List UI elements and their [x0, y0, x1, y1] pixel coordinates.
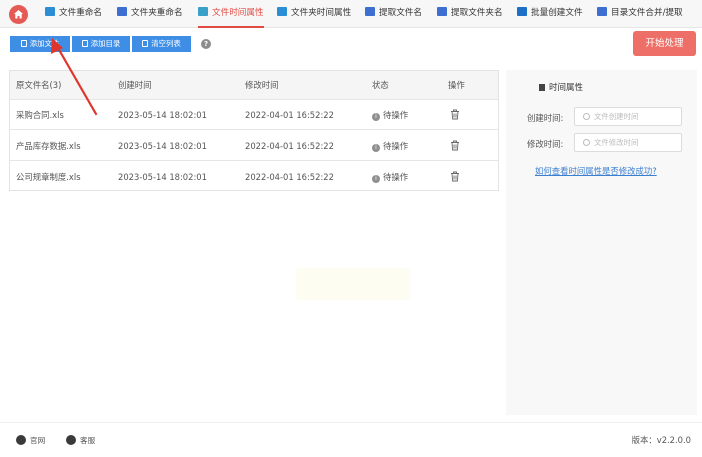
tab-batch-create[interactable]: 批量创建文件	[517, 0, 583, 28]
cell-modified-time: 2022-04-01 16:52:22	[245, 141, 334, 151]
app-window: 文件重命名 文件夹重命名 文件时间属性 文件夹时间属性 提取文件名 提取文件夹名…	[0, 0, 702, 457]
trash-icon[interactable]	[450, 109, 460, 120]
add-file-button[interactable]: 添加文件	[10, 36, 70, 52]
clock-icon	[583, 113, 590, 120]
status-text: 待操作	[383, 141, 409, 151]
status-text: 待操作	[383, 110, 409, 120]
merge-icon	[597, 7, 607, 16]
modified-time-input[interactable]: 文件修改时间	[574, 133, 682, 152]
modified-time-placeholder: 文件修改时间	[594, 138, 639, 147]
version-text: 版本：v2.2.0.0	[631, 435, 691, 445]
batch-create-icon	[517, 7, 527, 16]
file-time-icon	[198, 7, 208, 16]
tab-merge-extract[interactable]: 目录文件合并/提取	[597, 0, 683, 28]
cell-filename: 公司规章制度.xls	[16, 172, 81, 182]
cell-created-time: 2023-05-14 18:02:01	[118, 172, 207, 182]
cell-modified-time: 2022-04-01 16:52:22	[245, 110, 334, 120]
info-icon: i	[372, 113, 380, 121]
check-time-help-link[interactable]: 如何查看时间属性是否修改成功?	[535, 165, 657, 177]
website-label: 官网	[30, 436, 46, 445]
column-header-filename[interactable]: 原文件名(3)	[16, 71, 61, 100]
info-icon: i	[372, 144, 380, 152]
table-row[interactable]: 公司规章制度.xls 2023-05-14 18:02:01 2022-04-0…	[10, 162, 498, 192]
tab-label: 批量创建文件	[531, 8, 583, 18]
home-icon	[14, 10, 23, 19]
modified-time-label: 修改时间:	[527, 139, 564, 149]
created-time-label: 创建时间:	[527, 113, 564, 123]
tab-folder-rename[interactable]: 文件夹重命名	[117, 0, 183, 28]
panel-title-text: 时间属性	[549, 83, 584, 93]
trash-icon[interactable]	[450, 140, 460, 151]
folder-rename-icon	[117, 7, 127, 16]
footer-bar: 官网 客服 版本：v2.2.0.0	[0, 422, 702, 457]
column-header-created[interactable]: 创建时间	[118, 71, 152, 100]
tab-label: 目录文件合并/提取	[611, 8, 683, 18]
tab-label: 文件夹时间属性	[291, 8, 352, 18]
status-text: 待操作	[383, 172, 409, 182]
table-header: 原文件名(3) 创建时间 修改时间 状态 操作	[10, 71, 498, 100]
clock-icon	[583, 139, 590, 146]
column-header-modified[interactable]: 修改时间	[245, 71, 279, 100]
flag-icon	[539, 84, 545, 91]
created-time-input[interactable]: 文件创建时间	[574, 107, 682, 126]
clear-list-button[interactable]: 清空列表	[132, 36, 191, 52]
cell-created-time: 2023-05-14 18:02:01	[118, 110, 207, 120]
column-header-status[interactable]: 状态	[372, 71, 389, 100]
cell-filename: 采购合同.xls	[16, 110, 64, 120]
tab-extract-filename[interactable]: 提取文件名	[365, 0, 422, 28]
website-link[interactable]: 官网	[16, 435, 45, 446]
extract-folder-icon	[437, 7, 447, 16]
file-list-table: 原文件名(3) 创建时间 修改时间 状态 操作 采购合同.xls 2023-05…	[9, 70, 499, 191]
support-label: 客服	[80, 436, 96, 445]
tab-label: 文件时间属性	[212, 8, 264, 18]
home-button[interactable]	[9, 5, 28, 24]
add-file-label: 添加文件	[29, 39, 60, 48]
extract-name-icon	[365, 7, 375, 16]
cell-status: i 待操作	[372, 131, 408, 161]
support-link[interactable]: 客服	[66, 435, 95, 446]
clear-icon	[142, 40, 149, 47]
table-row[interactable]: 采购合同.xls 2023-05-14 18:02:01 2022-04-01 …	[10, 100, 498, 130]
tab-label: 文件夹重命名	[131, 8, 183, 18]
tab-label: 文件重命名	[59, 8, 102, 18]
add-folder-label: 添加目录	[90, 39, 121, 48]
start-processing-button[interactable]: 开始处理	[633, 31, 696, 56]
created-time-placeholder: 文件创建时间	[594, 112, 639, 121]
cell-filename: 产品库存数据.xls	[16, 141, 81, 151]
table-row[interactable]: 产品库存数据.xls 2023-05-14 18:02:01 2022-04-0…	[10, 131, 498, 161]
cell-modified-time: 2022-04-01 16:52:22	[245, 172, 334, 182]
panel-title: 时间属性	[539, 81, 583, 93]
info-icon: i	[372, 175, 380, 183]
folder-time-icon	[277, 7, 287, 16]
tab-label: 提取文件夹名	[451, 8, 503, 18]
cell-created-time: 2023-05-14 18:02:01	[118, 141, 207, 151]
cell-status: i 待操作	[372, 100, 408, 130]
help-icon[interactable]: ?	[201, 39, 211, 49]
globe-icon	[16, 435, 26, 445]
tab-file-rename[interactable]: 文件重命名	[45, 0, 102, 28]
watermark	[296, 268, 410, 300]
tab-label: 提取文件名	[379, 8, 422, 18]
tab-file-time-attributes[interactable]: 文件时间属性	[198, 0, 264, 28]
trash-icon[interactable]	[450, 171, 460, 182]
folder-icon	[81, 40, 88, 47]
file-icon	[20, 40, 27, 47]
time-attributes-panel: 时间属性 创建时间: 文件创建时间 修改时间: 文件修改时间 如何查看时间属性是…	[506, 70, 697, 415]
tab-extract-foldername[interactable]: 提取文件夹名	[437, 0, 503, 28]
top-tab-bar: 文件重命名 文件夹重命名 文件时间属性 文件夹时间属性 提取文件名 提取文件夹名…	[0, 0, 702, 28]
column-header-actions: 操作	[448, 80, 465, 90]
tab-folder-time-attributes[interactable]: 文件夹时间属性	[277, 0, 351, 28]
support-icon	[66, 435, 76, 445]
add-folder-button[interactable]: 添加目录	[72, 36, 130, 52]
clear-list-label: 清空列表	[151, 39, 181, 48]
cell-status: i 待操作	[372, 162, 408, 192]
rename-icon	[45, 7, 55, 16]
